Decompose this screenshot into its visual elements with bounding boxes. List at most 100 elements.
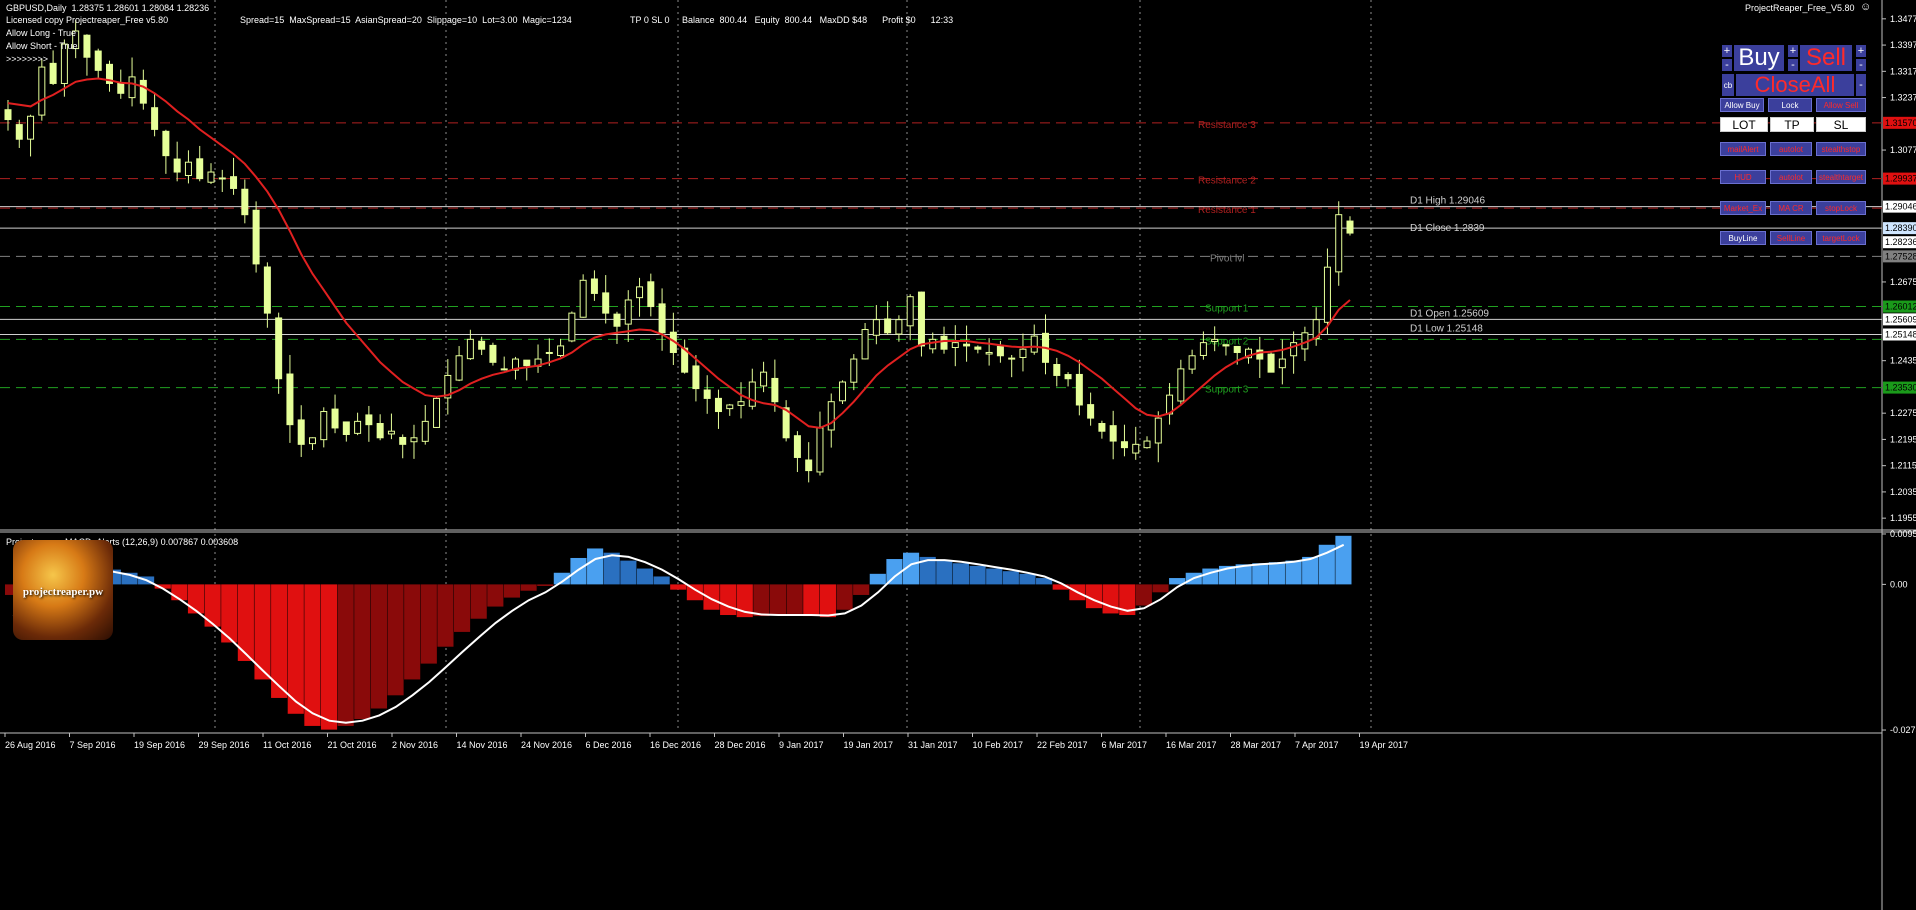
sell-button[interactable]: Sell <box>1800 45 1852 71</box>
candle-body <box>805 459 813 472</box>
y-tick-label: 1.32370 <box>1890 93 1916 103</box>
candle-body <box>320 411 328 441</box>
candle-body <box>94 50 102 71</box>
sell-side-minus-button[interactable]: - <box>1856 59 1866 71</box>
price-chart[interactable]: 1.34770 1.33970 1.33170 1.32370 1.30770 1.267… <box>0 0 1916 910</box>
candle-body <box>1290 342 1298 357</box>
macd-bar <box>171 584 188 601</box>
lot-field[interactable]: LOT <box>1720 117 1768 132</box>
chart-window[interactable]: 1.34770 1.33970 1.33170 1.32370 1.30770 1.267… <box>0 0 1916 910</box>
ma-cr-button[interactable]: MA CR <box>1770 201 1812 215</box>
buy-button[interactable]: Buy <box>1734 45 1784 71</box>
buyline-button[interactable]: BuyLine <box>1720 231 1766 245</box>
stoplock-button[interactable]: stopLock <box>1816 201 1866 215</box>
macd-y-tick-label: 0.009545 <box>1890 529 1916 539</box>
candle-body <box>839 381 847 402</box>
candle-body <box>38 66 46 116</box>
candle-body <box>297 419 305 445</box>
market-ex-button[interactable]: Market_Ex <box>1720 201 1766 215</box>
sell-plus-button[interactable]: + <box>1788 45 1798 57</box>
candle-body <box>996 345 1004 357</box>
candle-body <box>466 338 474 360</box>
macd-bar <box>337 584 354 726</box>
moving-average-line <box>7 77 1351 429</box>
macd-bar <box>853 584 870 595</box>
macd-bar <box>670 584 687 590</box>
macd-bar <box>187 584 205 614</box>
macd-bar <box>1102 584 1119 614</box>
tp-field[interactable]: TP <box>1770 117 1814 132</box>
macd-bar <box>936 560 953 585</box>
candle-body <box>218 177 226 180</box>
ea-name: ProjectReaper_Free_V5.80 <box>1745 3 1855 13</box>
macd-bar <box>520 584 537 591</box>
autolot-button[interactable]: autolot <box>1770 142 1812 156</box>
candle-body <box>27 115 35 140</box>
candle-body <box>1008 357 1016 360</box>
candle-body <box>568 312 576 342</box>
x-tick-label: 28 Mar 2017 <box>1231 740 1282 750</box>
logo-text: projectreaper.pw <box>22 586 104 598</box>
macd-bar <box>1019 573 1036 585</box>
stealthtarget-button[interactable]: stealthtarget <box>1816 170 1866 184</box>
autolot-2-button[interactable]: autolot <box>1770 170 1812 184</box>
candle-body <box>917 291 925 347</box>
hud-button[interactable]: HUD <box>1720 170 1766 184</box>
allow-buy-button[interactable]: Allow Buy <box>1720 98 1764 112</box>
mail-alert-button[interactable]: mailAlert <box>1720 142 1766 156</box>
candle-body <box>387 430 395 435</box>
close-all-side-button[interactable]: - <box>1856 74 1866 96</box>
sellline-button[interactable]: SellLine <box>1770 231 1812 245</box>
candle-body <box>1064 374 1072 380</box>
x-tick-label: 14 Nov 2016 <box>457 740 508 750</box>
sell-side-plus-button[interactable]: + <box>1856 45 1866 57</box>
candle-body <box>929 338 937 350</box>
stealthstop-button[interactable]: stealthstop <box>1816 142 1866 156</box>
d1-label: D1 Low 1.25148 <box>1410 324 1483 335</box>
x-tick-label: 11 Oct 2016 <box>263 740 311 750</box>
macd-bar <box>753 584 770 617</box>
candle-body <box>579 279 587 318</box>
d1-price-label: 1.25609 <box>1885 314 1916 324</box>
buy-minus-button[interactable]: - <box>1722 59 1732 71</box>
allow-long-text: Allow Long - True <box>6 28 77 38</box>
d1-label: D1 Open 1.25609 <box>1410 308 1489 319</box>
candle-body <box>726 404 734 410</box>
candle-body <box>816 427 824 473</box>
targetlock-button[interactable]: targetLock <box>1816 231 1866 245</box>
candle-body <box>884 318 892 334</box>
candle-body <box>940 335 948 350</box>
candle-body <box>1346 220 1354 234</box>
license-text: Licensed copy Projectreaper_Free v5.80 <box>6 15 169 25</box>
candle-body <box>162 130 170 157</box>
x-tick-label: 22 Feb 2017 <box>1037 740 1088 750</box>
lock-button[interactable]: Lock <box>1768 98 1812 112</box>
macd-bar <box>720 584 737 616</box>
candle-body <box>500 368 508 371</box>
macd-bar <box>952 563 970 585</box>
sl-field[interactable]: SL <box>1816 117 1866 132</box>
candle-body <box>545 351 553 354</box>
macd-bar <box>803 584 820 617</box>
macd-bar <box>1302 556 1319 585</box>
candle-body <box>376 423 384 439</box>
sell-minus-button[interactable]: - <box>1788 59 1798 71</box>
macd-bar <box>869 573 886 585</box>
buy-plus-button[interactable]: + <box>1722 45 1732 57</box>
allow-sell-button[interactable]: Allow Sell <box>1816 98 1866 112</box>
candle-body <box>906 296 914 327</box>
macd-y-tick-label: -0.027576 <box>1890 725 1916 735</box>
close-all-button[interactable]: CloseAll <box>1736 74 1854 96</box>
macd-bar <box>620 560 637 585</box>
macd-bar <box>786 584 803 614</box>
candle-body <box>557 345 565 357</box>
cb-button[interactable]: cb <box>1722 74 1734 96</box>
x-tick-label: 2 Nov 2016 <box>392 740 438 750</box>
candle-body <box>974 346 982 350</box>
arrows-text: >>>>>>>> <box>6 54 49 64</box>
candle-body <box>1267 353 1275 373</box>
candle-body <box>286 373 294 426</box>
candle-body <box>455 355 463 381</box>
smiley-icon: ☺ <box>1860 1 1872 13</box>
macd-bar <box>1152 584 1169 593</box>
